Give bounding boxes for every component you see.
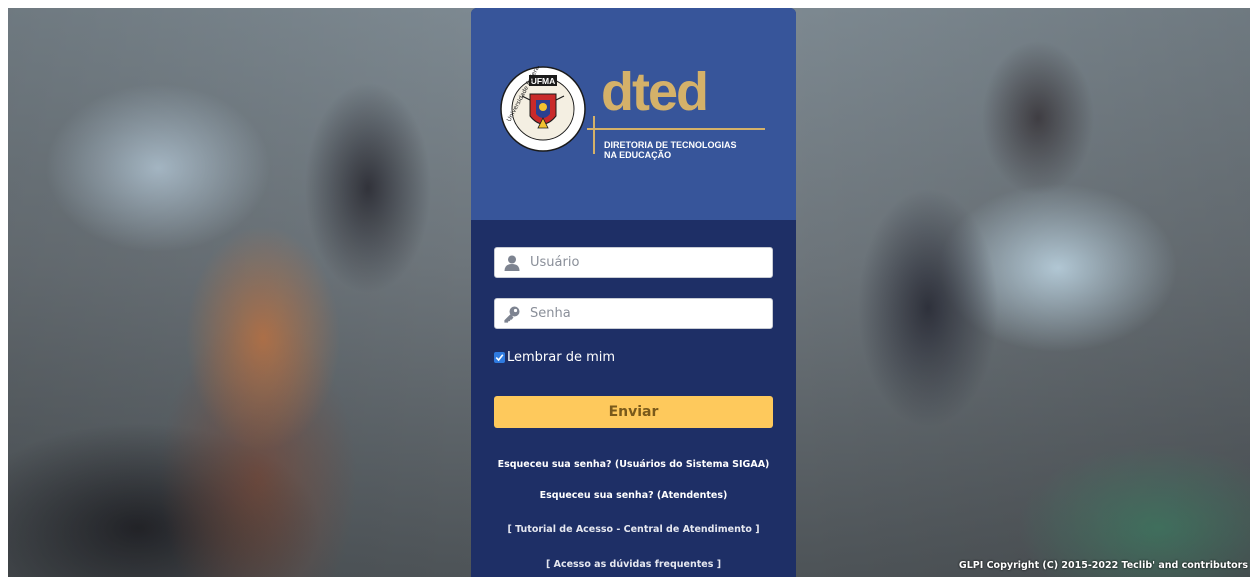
remember-me[interactable]: Lembrar de mim bbox=[494, 350, 615, 365]
username-field[interactable] bbox=[494, 247, 773, 278]
checkmark-icon bbox=[495, 354, 504, 362]
username-input[interactable] bbox=[528, 254, 762, 271]
brand-subtitle-line2: NA EDUCAÇÃO bbox=[604, 150, 672, 160]
remember-label: Lembrar de mim bbox=[507, 350, 616, 365]
brand-subtitle-line1: DIRETORIA DE TECNOLOGIAS bbox=[604, 140, 737, 150]
login-card: UFMA Universidade Federal do Maranhão dt… bbox=[471, 8, 796, 577]
remember-checkbox[interactable] bbox=[494, 352, 505, 363]
password-field[interactable] bbox=[494, 298, 773, 329]
brand-name: dted bbox=[601, 62, 709, 122]
key-icon bbox=[502, 304, 522, 324]
tutorial-link[interactable]: [ Tutorial de Acesso - Central de Atendi… bbox=[471, 524, 796, 535]
card-header: UFMA Universidade Federal do Maranhão dt… bbox=[471, 8, 796, 220]
brand-subtitle: DIRETORIA DE TECNOLOGIAS NA EDUCAÇÃO bbox=[604, 140, 737, 160]
user-icon bbox=[502, 253, 522, 273]
copyright-text: GLPI Copyright (C) 2015-2022 Teclib' and… bbox=[958, 560, 1248, 571]
forgot-password-sigaa-link[interactable]: Esqueceu sua senha? (Usuários do Sistema… bbox=[471, 459, 796, 470]
brand-underline bbox=[587, 128, 765, 130]
submit-button[interactable]: Enviar bbox=[494, 396, 773, 428]
password-input[interactable] bbox=[528, 305, 762, 322]
faq-link[interactable]: [ Acesso as dúvidas frequentes ] bbox=[471, 559, 796, 570]
brand-divider bbox=[593, 116, 595, 154]
forgot-password-attendants-link[interactable]: Esqueceu sua senha? (Atendentes) bbox=[471, 490, 796, 501]
university-seal-logo: UFMA Universidade Federal do Maranhão bbox=[500, 66, 586, 152]
